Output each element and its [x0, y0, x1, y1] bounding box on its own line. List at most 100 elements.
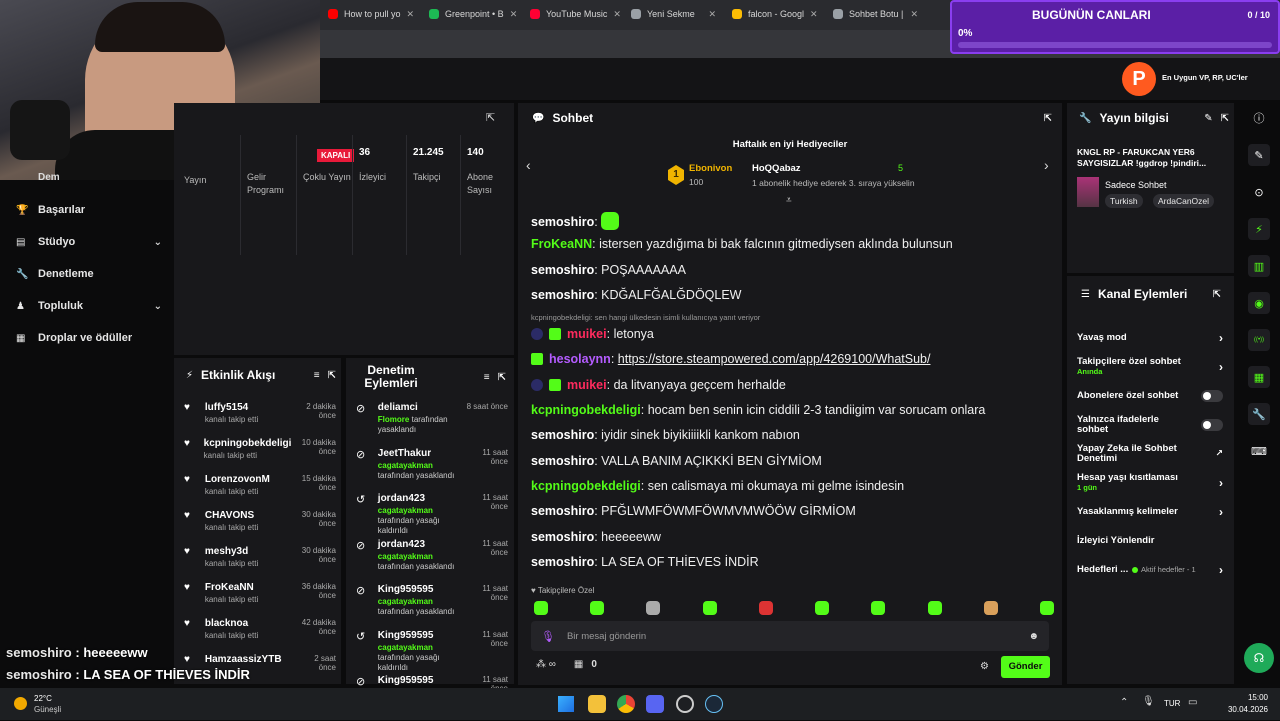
channel-action-item[interactable]: Yavaş mod ›: [1077, 323, 1223, 352]
expand-icon[interactable]: ⇱: [486, 111, 495, 124]
browser-tab[interactable]: Greenpoint • B ✕: [421, 0, 522, 28]
network-icon[interactable]: ▭: [1188, 697, 1197, 708]
moderation-username[interactable]: King959595: [378, 630, 457, 641]
chat-username[interactable]: muikei: [567, 327, 607, 341]
card-icon[interactable]: ▥: [1248, 255, 1270, 277]
close-icon[interactable]: ✕: [613, 9, 621, 20]
send-button[interactable]: Gönder: [1001, 656, 1050, 678]
sidebar-item[interactable]: ▦ Droplar ve ödüller: [16, 322, 162, 354]
channel-action-item[interactable]: Abonelere özel sohbet: [1077, 381, 1223, 410]
chat-username[interactable]: muikei: [567, 378, 607, 392]
chat-username[interactable]: semoshiro: [531, 504, 594, 518]
support-icon[interactable]: ☊: [1244, 643, 1274, 673]
channel-action-item[interactable]: Yalnızca ifadelerle sohbet: [1077, 410, 1223, 439]
activity-username[interactable]: LorenzovonM: [205, 474, 288, 485]
chat-username[interactable]: semoshiro: [531, 288, 594, 302]
expand-icon[interactable]: ⇱: [498, 372, 506, 383]
mic-icon[interactable]: 🎙: [541, 630, 555, 643]
bolt-icon[interactable]: ⚡: [1248, 218, 1270, 240]
chat-username[interactable]: semoshiro: [531, 263, 594, 277]
steam-icon[interactable]: [705, 695, 723, 713]
pen-icon[interactable]: ✎: [1248, 144, 1270, 166]
expand-icon[interactable]: ⇱: [1213, 289, 1221, 300]
moderation-username[interactable]: King959595: [378, 584, 457, 595]
chat-username[interactable]: semoshiro: [531, 428, 594, 442]
activity-username[interactable]: CHAVONS: [205, 510, 288, 521]
chat-username[interactable]: kcpningobekdeligi: [531, 479, 641, 493]
filter-icon[interactable]: ≡: [314, 370, 320, 381]
expand-icon[interactable]: ⇱: [1044, 113, 1052, 124]
chat-username[interactable]: kcpningobekdeligi: [531, 403, 641, 417]
file-explorer-icon[interactable]: [588, 695, 606, 713]
browser-tab[interactable]: falcon - Googl ✕: [724, 0, 825, 28]
emote-icon[interactable]: [1039, 601, 1054, 615]
chat-username[interactable]: semoshiro: [531, 215, 594, 229]
sidebar-item[interactable]: ▤ Stüdyo ⌄: [16, 226, 162, 258]
channel-action-item[interactable]: Yapay Zeka ile Sohbet Denetimi ↗: [1077, 439, 1223, 468]
activity-username[interactable]: meshy3d: [205, 546, 288, 557]
chat-username[interactable]: hesolaynn: [549, 352, 611, 366]
filter-icon[interactable]: ≡: [484, 372, 490, 383]
tag-1[interactable]: ArdaCanOzel: [1153, 194, 1215, 208]
close-icon[interactable]: ✕: [510, 9, 518, 20]
channel-action-item[interactable]: Hedefleri ... Aktif hedefler - 1 ›: [1077, 555, 1223, 584]
activity-username[interactable]: kcpningobekdeligi: [204, 438, 292, 449]
moderation-username[interactable]: deliamci: [378, 402, 457, 413]
chat-link[interactable]: https://store.steampowered.com/app/42691…: [618, 352, 931, 366]
emoji-icon[interactable]: ☻: [1028, 631, 1039, 642]
sidebar-item[interactable]: 🏆 Başarılar: [16, 194, 162, 226]
moderation-username[interactable]: King959595: [378, 675, 457, 686]
gamepad-icon[interactable]: ⌨: [1248, 440, 1270, 462]
chevron-right-icon[interactable]: ›: [1219, 563, 1223, 577]
info-icon[interactable]: ⓘ: [1248, 107, 1270, 129]
close-icon[interactable]: ✕: [810, 9, 818, 20]
channel-action-item[interactable]: Yasaklanmış kelimeler ›: [1077, 497, 1223, 526]
clock-date[interactable]: 30.04.2026: [1222, 705, 1268, 714]
gifters-next-button[interactable]: ›: [1044, 157, 1049, 173]
external-link-icon[interactable]: ↗: [1215, 448, 1223, 459]
channel-action-item[interactable]: İzleyici Yönlendir: [1077, 526, 1223, 555]
moderation-username[interactable]: jordan423: [378, 539, 457, 550]
emote-icon[interactable]: [815, 601, 830, 615]
expand-icon[interactable]: ⇱: [328, 370, 336, 381]
mic-tray-icon[interactable]: 🎙: [1142, 696, 1155, 707]
edit-icon[interactable]: ✎: [1204, 113, 1212, 124]
moderation-username[interactable]: jordan423: [378, 493, 457, 504]
sidebar-item[interactable]: ♟ Topluluk ⌄: [16, 290, 162, 322]
activity-username[interactable]: blacknoa: [205, 618, 288, 629]
emote-icon[interactable]: [534, 601, 548, 615]
chevron-right-icon[interactable]: ›: [1219, 331, 1223, 345]
wrench-icon[interactable]: 🔧: [1248, 403, 1270, 425]
chat-input[interactable]: 🎙 Bir mesaj gönderin ☻: [531, 621, 1049, 651]
chevron-right-icon[interactable]: ›: [1219, 505, 1223, 519]
chat-icon[interactable]: ◉: [1248, 292, 1270, 314]
channel-action-item[interactable]: Takipçilere özel sohbet Anında ›: [1077, 352, 1223, 381]
clock-time[interactable]: 15:00: [1222, 693, 1268, 702]
emote-icon[interactable]: [983, 601, 998, 615]
start-icon[interactable]: [558, 696, 574, 712]
toggle-switch[interactable]: [1201, 389, 1223, 402]
activity-username[interactable]: luffy5154: [205, 402, 288, 413]
points-icon[interactable]: ⁂ ∞: [536, 659, 556, 670]
close-icon[interactable]: ✕: [708, 9, 716, 20]
app-icon[interactable]: [676, 695, 694, 713]
chevron-down-icon[interactable]: ⩡: [786, 195, 792, 206]
chat-username[interactable]: semoshiro: [531, 454, 594, 468]
chevron-right-icon[interactable]: ›: [1219, 476, 1223, 490]
chevron-right-icon[interactable]: ›: [1219, 360, 1223, 374]
chevron-down-icon[interactable]: ⌄: [154, 237, 162, 248]
emote-icon[interactable]: [871, 601, 886, 615]
tray-chevron-icon[interactable]: ⌃: [1120, 697, 1128, 708]
tag-0[interactable]: Turkish: [1105, 194, 1143, 208]
chat-settings-icon[interactable]: ⚙: [980, 661, 989, 672]
camera-icon[interactable]: ⊙: [1248, 181, 1270, 203]
emote-icon[interactable]: [646, 601, 661, 615]
grid-icon[interactable]: ▦: [1248, 366, 1270, 388]
broadcast-icon[interactable]: ((•)): [1248, 329, 1270, 351]
toggle-switch[interactable]: [1201, 418, 1223, 431]
browser-tab[interactable]: Yeni Sekme ✕: [623, 0, 724, 28]
channel-action-item[interactable]: Hesap yaşı kısıtlaması 1 gün ›: [1077, 468, 1223, 497]
activity-username[interactable]: FroKeaNN: [205, 582, 288, 593]
expand-icon[interactable]: ⇱: [1221, 113, 1229, 124]
close-icon[interactable]: ✕: [407, 9, 415, 20]
